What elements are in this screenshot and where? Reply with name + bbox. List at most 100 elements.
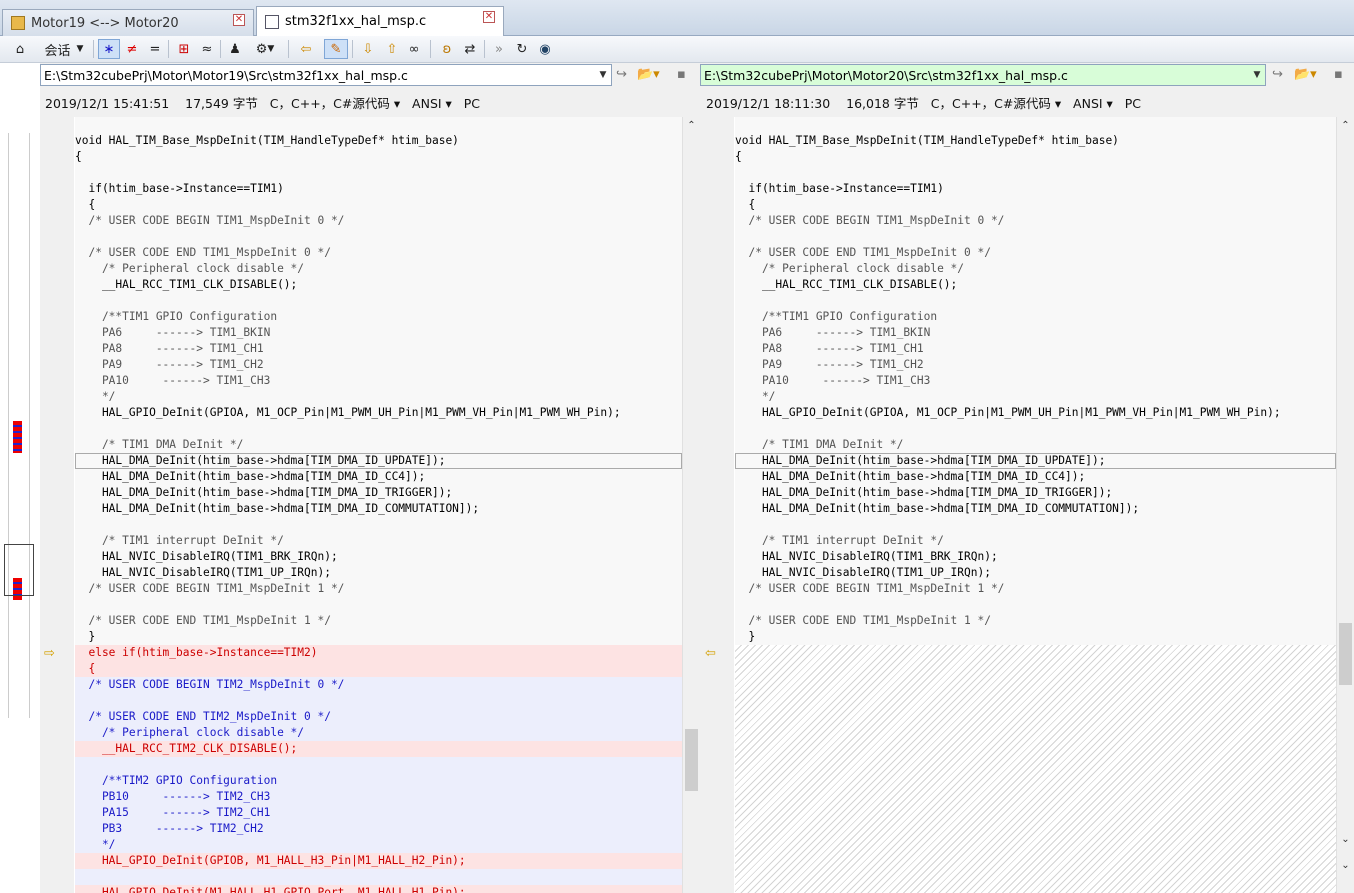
code-line[interactable]: { xyxy=(735,149,1336,165)
left-code[interactable]: void HAL_TIM_Base_MspDeInit(TIM_HandleTy… xyxy=(75,117,682,893)
code-line[interactable]: PA9 ------> TIM1_CH2 xyxy=(735,357,1336,373)
code-line[interactable]: /* USER CODE BEGIN TIM2_MspDeInit 0 */ xyxy=(75,677,682,693)
code-line[interactable]: void HAL_TIM_Base_MspDeInit(TIM_HandleTy… xyxy=(735,133,1336,149)
up-arrow-icon[interactable]: ⇧ xyxy=(382,39,402,59)
code-line[interactable]: /* USER CODE BEGIN TIM1_MspDeInit 1 */ xyxy=(75,581,682,597)
code-line[interactable] xyxy=(735,293,1336,309)
scroll-down-icon[interactable]: ⌄ xyxy=(1337,857,1354,874)
swap-icon[interactable]: ⇄ xyxy=(460,39,480,59)
right-code[interactable]: void HAL_TIM_Base_MspDeInit(TIM_HandleTy… xyxy=(735,117,1336,893)
save-icon[interactable]: ▪ xyxy=(1334,67,1343,83)
left-path-field[interactable]: E:\Stm32cubePrj\Motor\Motor19\Src\stm32f… xyxy=(40,64,612,86)
code-line[interactable]: /**TIM2 GPIO Configuration xyxy=(75,773,682,789)
code-line[interactable]: HAL_DMA_DeInit(htim_base->hdma[TIM_DMA_I… xyxy=(75,453,682,469)
code-line[interactable]: PB10 ------> TIM2_CH3 xyxy=(75,789,682,805)
code-line[interactable]: PA8 ------> TIM1_CH1 xyxy=(735,341,1336,357)
code-line[interactable]: /* USER CODE BEGIN TIM1_MspDeInit 0 */ xyxy=(735,213,1336,229)
code-line[interactable]: __HAL_RCC_TIM1_CLK_DISABLE(); xyxy=(75,277,682,293)
code-line[interactable]: /* TIM1 interrupt DeInit */ xyxy=(735,533,1336,549)
ear-icon[interactable]: ʚ xyxy=(437,39,457,59)
binoculars-icon[interactable]: ∞ xyxy=(404,39,424,59)
code-line[interactable] xyxy=(735,517,1336,533)
edit-icon[interactable]: ✎ xyxy=(324,39,348,59)
code-line[interactable]: HAL_DMA_DeInit(htim_base->hdma[TIM_DMA_I… xyxy=(735,453,1336,469)
code-line[interactable]: /* TIM1 DMA DeInit */ xyxy=(735,437,1336,453)
approx-icon[interactable]: ≈ xyxy=(197,39,217,59)
code-line[interactable]: } xyxy=(75,629,682,645)
star-icon[interactable]: ∗ xyxy=(98,39,120,59)
code-line[interactable] xyxy=(75,517,682,533)
code-line[interactable]: __HAL_RCC_TIM2_CLK_DISABLE(); xyxy=(75,741,682,757)
code-line[interactable]: PB3 ------> TIM2_CH2 xyxy=(75,821,682,837)
code-line[interactable]: /* USER CODE END TIM1_MspDeInit 0 */ xyxy=(75,245,682,261)
code-line[interactable]: PA15 ------> TIM2_CH1 xyxy=(75,805,682,821)
code-line[interactable] xyxy=(75,693,682,709)
code-line[interactable]: HAL_DMA_DeInit(htim_base->hdma[TIM_DMA_I… xyxy=(735,501,1336,517)
code-line[interactable]: /* TIM1 DMA DeInit */ xyxy=(75,437,682,453)
equal-icon[interactable]: = xyxy=(145,39,165,59)
code-line[interactable]: /* Peripheral clock disable */ xyxy=(75,261,682,277)
code-line[interactable]: HAL_NVIC_DisableIRQ(TIM1_BRK_IRQn); xyxy=(735,549,1336,565)
code-line[interactable]: PA10 ------> TIM1_CH3 xyxy=(735,373,1336,389)
code-line[interactable] xyxy=(75,757,682,773)
code-line[interactable] xyxy=(75,293,682,309)
code-line[interactable]: PA6 ------> TIM1_BKIN xyxy=(75,325,682,341)
scroll-thumb[interactable] xyxy=(685,729,698,791)
code-line[interactable]: if(htim_base->Instance==TIM1) xyxy=(735,181,1336,197)
down-arrow-icon[interactable]: ⇩ xyxy=(358,39,378,59)
code-line[interactable]: /* USER CODE END TIM1_MspDeInit 1 */ xyxy=(735,613,1336,629)
chevron-down-icon[interactable]: ▼ xyxy=(1249,65,1265,85)
scroll-up-icon[interactable]: ⌃ xyxy=(683,117,700,134)
close-icon[interactable]: ✕ xyxy=(483,11,495,23)
code-line[interactable] xyxy=(735,165,1336,181)
save-icon[interactable]: ▪ xyxy=(677,67,686,83)
next-file-icon[interactable]: ↪ xyxy=(616,67,627,83)
person-icon[interactable]: ♟ xyxy=(225,39,245,59)
code-line[interactable]: HAL_GPIO_DeInit(M1_HALL_H1_GPIO_Port, M1… xyxy=(75,885,682,893)
next-file-icon[interactable]: ↪ xyxy=(1272,67,1283,83)
code-line[interactable]: /**TIM1 GPIO Configuration xyxy=(735,309,1336,325)
right-lineend[interactable]: PC xyxy=(1125,96,1141,111)
expand-icon[interactable]: » xyxy=(489,39,509,59)
code-line[interactable]: */ xyxy=(75,837,682,853)
right-scrollbar[interactable]: ⌃ ⌄ ⌄ xyxy=(1336,117,1354,893)
scroll-up-icon[interactable]: ⌃ xyxy=(1337,117,1354,134)
code-line[interactable] xyxy=(75,165,682,181)
code-line[interactable]: PA8 ------> TIM1_CH1 xyxy=(75,341,682,357)
code-line[interactable]: /* USER CODE BEGIN TIM1_MspDeInit 1 */ xyxy=(735,581,1336,597)
code-line[interactable]: HAL_NVIC_DisableIRQ(TIM1_UP_IRQn); xyxy=(735,565,1336,581)
open-folder-icon[interactable]: 📂▾ xyxy=(1294,67,1317,83)
code-line[interactable] xyxy=(75,869,682,885)
code-line[interactable]: PA10 ------> TIM1_CH3 xyxy=(75,373,682,389)
code-line[interactable]: HAL_GPIO_DeInit(GPIOA, M1_OCP_Pin|M1_PWM… xyxy=(75,405,682,421)
code-line[interactable]: HAL_NVIC_DisableIRQ(TIM1_BRK_IRQn); xyxy=(75,549,682,565)
code-line[interactable]: __HAL_RCC_TIM1_CLK_DISABLE(); xyxy=(735,277,1336,293)
globe-icon[interactable]: ◉ xyxy=(535,39,555,59)
code-line[interactable]: PA9 ------> TIM1_CH2 xyxy=(75,357,682,373)
code-line[interactable] xyxy=(75,421,682,437)
code-line[interactable]: HAL_GPIO_DeInit(GPIOB, M1_HALL_H3_Pin|M1… xyxy=(75,853,682,869)
right-path-field[interactable]: E:\Stm32cubePrj\Motor\Motor20\Src\stm32f… xyxy=(700,64,1266,86)
code-line[interactable]: PA6 ------> TIM1_BKIN xyxy=(735,325,1336,341)
left-scrollbar[interactable]: ⌃ xyxy=(682,117,700,893)
tab-session[interactable]: Motor19 <--> Motor20 ✕ xyxy=(2,9,254,36)
code-line[interactable]: /* USER CODE END TIM2_MspDeInit 0 */ xyxy=(75,709,682,725)
scroll-thumb[interactable] xyxy=(1339,623,1352,685)
code-line[interactable]: /* USER CODE END TIM1_MspDeInit 0 */ xyxy=(735,245,1336,261)
code-line[interactable]: { xyxy=(75,149,682,165)
close-icon[interactable]: ✕ xyxy=(233,14,245,26)
scroll-down-icon[interactable]: ⌄ xyxy=(1337,831,1354,848)
code-line[interactable]: HAL_DMA_DeInit(htim_base->hdma[TIM_DMA_I… xyxy=(735,469,1336,485)
code-line[interactable]: { xyxy=(75,197,682,213)
right-lang[interactable]: C，C++，C#源代码 xyxy=(931,96,1051,111)
tab-file[interactable]: stm32f1xx_hal_msp.c ✕ xyxy=(256,6,504,36)
code-line[interactable] xyxy=(735,421,1336,437)
left-lineend[interactable]: PC xyxy=(464,96,480,111)
code-line[interactable]: /**TIM1 GPIO Configuration xyxy=(75,309,682,325)
code-line[interactable]: HAL_GPIO_DeInit(GPIOA, M1_OCP_Pin|M1_PWM… xyxy=(735,405,1336,421)
code-line[interactable]: /* Peripheral clock disable */ xyxy=(75,725,682,741)
code-line[interactable]: { xyxy=(75,661,682,677)
session-menu-button[interactable]: 会话 ▼ xyxy=(40,39,88,59)
left-editor[interactable]: void HAL_TIM_Base_MspDeInit(TIM_HandleTy… xyxy=(40,117,700,893)
session-icon[interactable]: ⌂ xyxy=(10,39,30,59)
